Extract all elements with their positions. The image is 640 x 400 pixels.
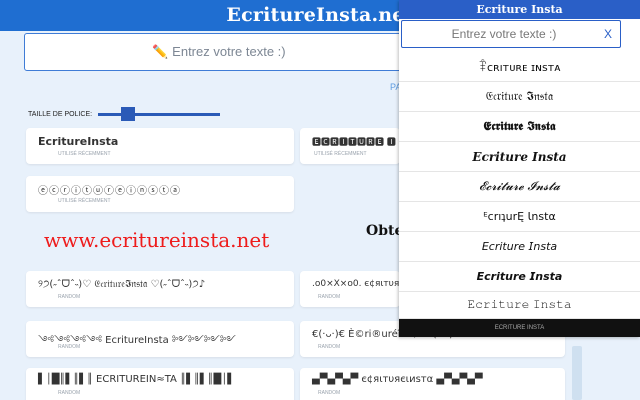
recent-card[interactable]: ⓔⓒⓡⓘⓣⓤⓡⓔⓘⓝⓢⓣⓐ UTILISÉ RÉCEMMENT	[26, 176, 294, 212]
font-size-label: TAILLE DE POLICE:	[28, 111, 93, 118]
random-card-text: ▌│█║▌║▌║ ECRITUREIN≈TA ║▌║▌║█│▌	[38, 374, 235, 385]
recent-card-sub: UTILISÉ RÉCEMMENT	[58, 198, 111, 204]
recent-card[interactable]: 🅴🅲🆁🅸🆃🆄🆁🅴 🅸 UTILISÉ RÉCEMMENT	[300, 128, 400, 164]
recent-card-text: 🅴🅲🆁🅸🆃🆄🆁🅴 🅸	[312, 138, 396, 148]
close-icon[interactable]: X	[604, 27, 612, 41]
random-card-sub: RANDOM	[58, 344, 81, 350]
random-card-sub: RANDOM	[58, 294, 81, 300]
random-card-sub: RANDOM	[318, 294, 341, 300]
popup-input-placeholder: Entrez votre texte :)	[451, 27, 557, 41]
popup-style-item[interactable]: 𝔈𝔠𝔯𝔦𝔱𝔲𝔯𝔢 𝕴𝔫𝔰𝔱𝔞	[399, 82, 640, 112]
random-card-text: ▄▀▄▀▄▀ є¢яιтυяєιиѕтα ▄▀▄▀▄▀	[312, 374, 483, 385]
popup-style-item[interactable]: 𝕰𝖈𝖗𝖎𝖙𝖚𝖗𝖊 𝕴𝖓𝖘𝖙𝖆	[399, 112, 640, 142]
popup-style-item[interactable]: 𝓔𝓬𝓻𝓲𝓽𝓾𝓻𝓮 𝓘𝓷𝓼𝓽𝓪	[399, 172, 640, 202]
recent-card[interactable]: EcritureInsta UTILISÉ RÉCEMMENT	[26, 128, 294, 164]
random-card[interactable]: .o0×X×o0. є¢яιтυяєιиѕтα RANDOM	[300, 271, 400, 307]
random-card-text: .o0×X×o0. є¢яιтυяєιиѕтα	[312, 279, 400, 289]
scrollbar[interactable]	[572, 346, 582, 400]
popup-style-item[interactable]: 𝙀𝙘𝙧𝙞𝙩𝙪𝙧𝙚 𝙄𝙣𝙨𝙩𝙖	[399, 262, 640, 292]
popup-style-item[interactable]: 𝑬𝒄𝒓𝒊𝒕𝒖𝒓𝒆 𝑰𝒏𝒔𝒕𝒂	[399, 142, 640, 172]
random-card-sub: RANDOM	[318, 390, 341, 396]
random-card[interactable]: ༺༺༺༺ EcritureInsta ༻༻༻༻ RANDOM	[26, 321, 294, 357]
recent-card-text: ⓔⓒⓡⓘⓣⓤⓡⓔⓘⓝⓢⓣⓐ	[38, 186, 181, 197]
recent-card-text: EcritureInsta	[38, 135, 119, 148]
random-card-text: ༺༺༺༺ EcritureInsta ༻༻༻༻	[38, 335, 236, 346]
random-card[interactable]: ▄▀▄▀▄▀ є¢яιтυяєιиѕтα ▄▀▄▀▄▀ RANDOM	[300, 368, 565, 400]
main-text-input[interactable]: ✏️ Entrez votre texte :)	[24, 33, 414, 71]
watermark-text: www.ecritureinsta.net	[44, 228, 270, 252]
section-heading: Obte	[366, 223, 404, 239]
random-card[interactable]: ୨੭(˶ˆᗜˆ˵)♡ 𝔈𝔠𝔯𝔦𝔱𝔲𝔯𝔢𝕴𝔫𝔰𝔱𝔞 ♡(˶ˆᗜˆ˵)੭♪ RAND…	[26, 271, 294, 307]
popup-header: Ecriture Insta	[399, 0, 640, 19]
popup-footer: ECRITURE INSTA	[399, 319, 640, 337]
popup-style-item[interactable]: ᴱcrıʇurĘ Ɩnstα	[399, 202, 640, 232]
main-input-placeholder: ✏️ Entrez votre texte :)	[152, 44, 286, 59]
random-card-text: ୨੭(˶ˆᗜˆ˵)♡ 𝔈𝔠𝔯𝔦𝔱𝔲𝔯𝔢𝕴𝔫𝔰𝔱𝔞 ♡(˶ˆᗜˆ˵)੭♪	[38, 279, 206, 290]
random-card[interactable]: ▌│█║▌║▌║ ECRITUREIN≈TA ║▌║▌║█│▌ RANDOM	[26, 368, 294, 400]
font-size-slider-track[interactable]	[98, 113, 220, 116]
popup-style-item[interactable]: 𝙴𝚌𝚛𝚒𝚝𝚞𝚛𝚎 𝙸𝚗𝚜𝚝𝚊	[399, 291, 640, 319]
extension-popup: Ecriture Insta Entrez votre texte :) X ꁺ…	[399, 0, 640, 337]
random-card-sub: RANDOM	[58, 390, 81, 396]
recent-card-sub: UTILISÉ RÉCEMMENT	[58, 151, 111, 157]
popup-style-item[interactable]: 𝘌𝘤𝘳𝘪𝘵𝘶𝘳𝘦 𝘐𝘯𝘴𝘵𝘢	[399, 232, 640, 262]
random-card-sub: RANDOM	[318, 344, 341, 350]
recent-card-sub: UTILISÉ RÉCEMMENT	[314, 151, 367, 157]
popup-text-input[interactable]: Entrez votre texte :)	[401, 20, 621, 48]
font-size-slider-thumb[interactable]	[121, 107, 135, 121]
popup-style-item[interactable]: ꁺᴄʀıᴛᴜʀᴇ ɪɴsᴛᴀ	[399, 52, 640, 82]
